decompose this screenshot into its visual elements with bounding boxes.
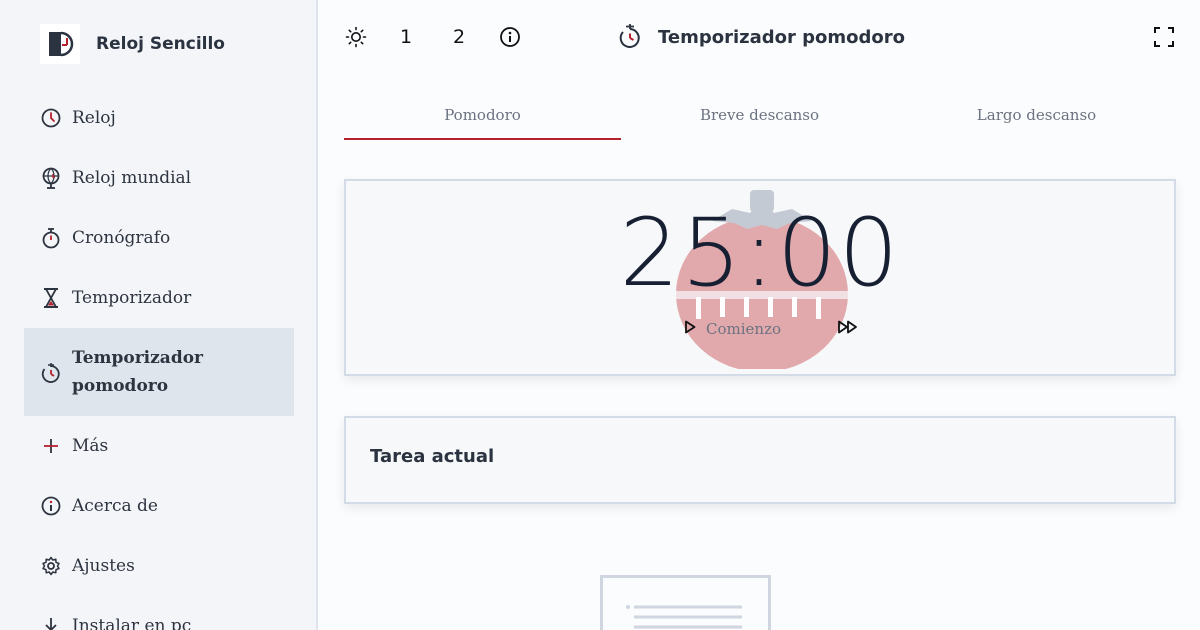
page-title-text: Temporizador pomodoro [658, 26, 906, 48]
info-icon [40, 495, 62, 517]
start-label: Comienzo [706, 319, 781, 338]
sidebar-item-label: Ajustes [72, 556, 135, 576]
sidebar-item-temporizador[interactable]: Temporizador [24, 268, 294, 328]
sidebar-item-cronografo[interactable]: Cronógrafo [24, 208, 294, 268]
current-task-card: Tarea actual [344, 416, 1176, 504]
plus-icon [40, 435, 62, 457]
sidebar-item-label: Más [72, 436, 109, 456]
document-illustration [600, 575, 772, 630]
sidebar-item-label: Temporizador pomodoro [72, 348, 203, 396]
app-name: Reloj Sencillo [96, 34, 225, 54]
timer-tabs: Pomodoro Breve descanso Largo descanso [344, 98, 1175, 140]
sidebar-item-label: Cronógrafo [72, 228, 171, 248]
sidebar-item-label: Reloj mundial [72, 168, 192, 188]
sidebar-item-label: Reloj [72, 108, 116, 128]
sidebar-item-reloj-mundial[interactable]: Reloj mundial [24, 148, 294, 208]
globe-icon [40, 167, 62, 189]
clock-icon [40, 107, 62, 129]
top-bar: 1 2 Temporizador pomodoro [320, 0, 1200, 72]
pomodoro-icon [40, 361, 62, 383]
gear-icon [40, 555, 62, 577]
start-button[interactable]: Comienzo [684, 319, 781, 338]
play-icon [684, 319, 696, 338]
sidebar: Reloj Sencillo Reloj Reloj mundial Cronó… [0, 0, 318, 630]
sidebar-nav: Reloj Reloj mundial Cronógrafo Temporiza… [24, 88, 294, 630]
size-2-button[interactable]: 2 [447, 24, 471, 50]
tab-breve-descanso[interactable]: Breve descanso [621, 98, 898, 140]
app-logo-icon [40, 24, 80, 64]
hourglass-icon [40, 287, 62, 309]
pomodoro-icon [618, 22, 642, 52]
download-icon [40, 615, 62, 630]
timer-display: 25:00 [619, 199, 901, 308]
current-task-title: Tarea actual [370, 446, 495, 467]
sidebar-item-label: Temporizador [72, 288, 192, 308]
sidebar-item-mas[interactable]: Más [24, 416, 294, 476]
timer-card: 25:00 Comienzo [344, 179, 1176, 376]
sidebar-item-instalar[interactable]: Instalar en pc [24, 596, 294, 630]
info-icon[interactable] [498, 24, 522, 50]
sidebar-item-label: Acerca de [72, 496, 158, 516]
skip-button[interactable] [837, 319, 859, 338]
brand[interactable]: Reloj Sencillo [40, 24, 225, 64]
size-1-button[interactable]: 1 [394, 24, 418, 50]
sidebar-item-label: Instalar en pc [72, 616, 192, 630]
sidebar-item-reloj[interactable]: Reloj [24, 88, 294, 148]
sidebar-item-ajustes[interactable]: Ajustes [24, 536, 294, 596]
sidebar-item-temporizador-pomodoro[interactable]: Temporizador pomodoro [24, 328, 294, 416]
fullscreen-icon[interactable] [1152, 24, 1176, 50]
tab-largo-descanso[interactable]: Largo descanso [898, 98, 1175, 140]
tab-pomodoro[interactable]: Pomodoro [344, 98, 621, 140]
sun-icon[interactable] [344, 24, 368, 50]
stopwatch-icon [40, 227, 62, 249]
fast-forward-icon [837, 319, 859, 338]
page-title: Temporizador pomodoro [618, 22, 905, 52]
sidebar-item-acerca-de[interactable]: Acerca de [24, 476, 294, 536]
timer-controls: Comienzo [684, 319, 859, 338]
